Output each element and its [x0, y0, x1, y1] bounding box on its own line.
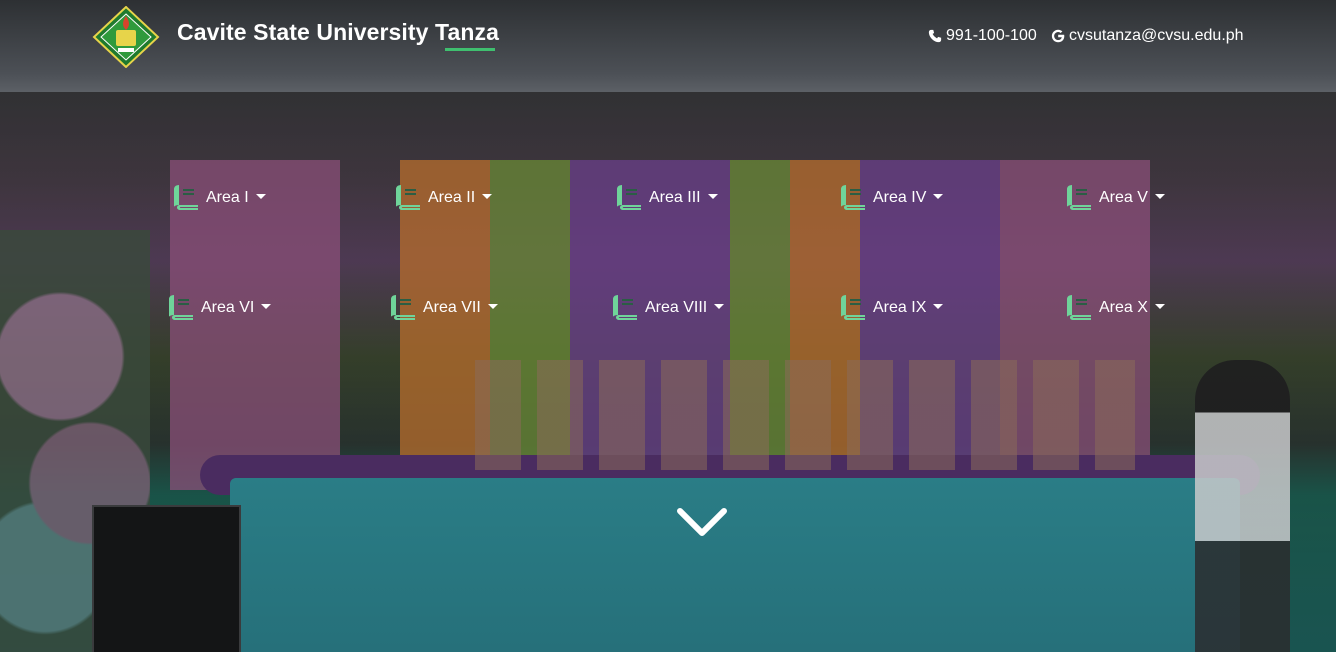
area-8-dropdown[interactable]: Area VIII	[611, 294, 725, 321]
contact-phone[interactable]: 991-100-100	[928, 27, 1037, 45]
area-1-dropdown[interactable]: Area I	[172, 184, 266, 211]
caret-down-icon	[482, 194, 493, 199]
speaker-case	[92, 505, 241, 652]
google-icon	[1051, 29, 1065, 43]
caret-down-icon	[707, 194, 718, 199]
caret-down-icon	[714, 304, 725, 309]
phone-icon	[928, 29, 942, 43]
caret-down-icon	[255, 194, 266, 199]
area-7-dropdown[interactable]: Area VII	[389, 294, 498, 321]
book-icon	[841, 185, 865, 210]
area-5-label: Area V	[1099, 188, 1148, 206]
book-icon	[613, 295, 637, 320]
site-header: Cavite State University Tanza 991-100-10…	[0, 0, 1336, 72]
contact-email-text: cvsutanza@cvsu.edu.ph	[1069, 27, 1244, 44]
stage-table	[230, 478, 1240, 652]
book-icon	[841, 295, 865, 320]
area-4-dropdown[interactable]: Area IV	[839, 184, 944, 211]
hero-background-photo	[0, 0, 1336, 652]
area-7-label: Area VII	[423, 298, 481, 316]
area-10-dropdown[interactable]: Area X	[1065, 294, 1165, 321]
area-3-dropdown[interactable]: Area III	[615, 184, 718, 211]
area-6-label: Area VI	[201, 298, 255, 316]
area-10-label: Area X	[1099, 298, 1148, 316]
area-2-label: Area II	[428, 188, 476, 206]
caret-down-icon	[487, 304, 498, 309]
book-icon	[617, 185, 641, 210]
area-9-dropdown[interactable]: Area IX	[839, 294, 944, 321]
area-1-label: Area I	[206, 188, 249, 206]
area-2-dropdown[interactable]: Area II	[394, 184, 493, 211]
area-3-label: Area III	[649, 188, 701, 206]
decorative-letters	[475, 360, 1135, 470]
caret-down-icon	[933, 304, 944, 309]
book-icon	[1067, 185, 1091, 210]
contact-phone-text: 991-100-100	[946, 27, 1037, 44]
site-title[interactable]: Cavite State University Tanza	[177, 19, 499, 46]
area-5-dropdown[interactable]: Area V	[1065, 184, 1165, 211]
area-9-label: Area IX	[873, 298, 927, 316]
person-figure	[1195, 360, 1290, 652]
book-icon	[1067, 295, 1091, 320]
caret-down-icon	[261, 304, 272, 309]
book-icon	[396, 185, 420, 210]
scroll-down-button[interactable]	[676, 505, 728, 541]
university-logo[interactable]	[92, 5, 160, 69]
contact-email[interactable]: cvsutanza@cvsu.edu.ph	[1051, 27, 1244, 45]
caret-down-icon	[1154, 304, 1165, 309]
area-6-dropdown[interactable]: Area VI	[167, 294, 272, 321]
book-icon	[169, 295, 193, 320]
area-4-label: Area IV	[873, 188, 927, 206]
title-accent-underline	[445, 48, 495, 51]
book-icon	[174, 185, 198, 210]
book-icon	[391, 295, 415, 320]
caret-down-icon	[1154, 194, 1165, 199]
caret-down-icon	[933, 194, 944, 199]
chevron-down-icon	[677, 508, 727, 536]
area-8-label: Area VIII	[645, 298, 708, 316]
